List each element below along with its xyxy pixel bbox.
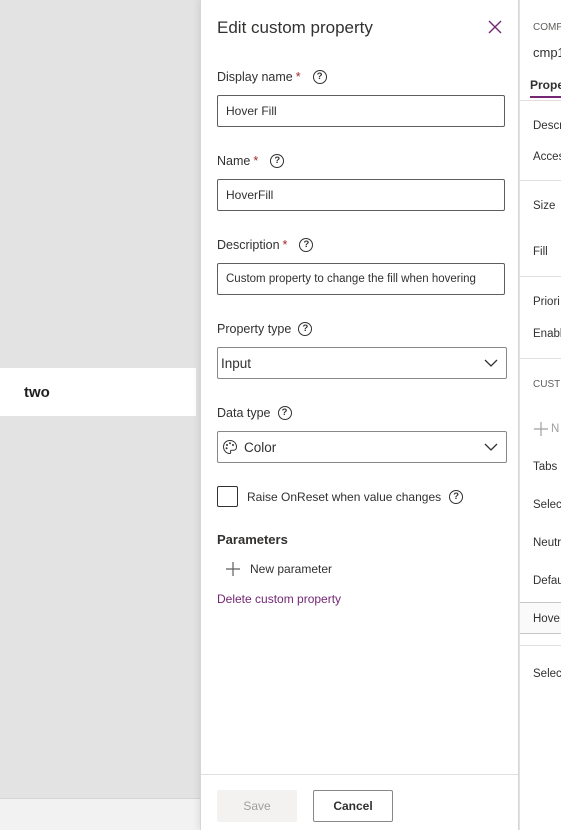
prop-neutral[interactable]: Neutr [533, 537, 561, 549]
panel-footer: Save Cancel [201, 774, 518, 830]
required-marker: * [253, 154, 259, 168]
properties-pane: COMP cmp1 Prope Descr Acces Size Fill Pr… [520, 0, 561, 830]
canvas-footer [0, 798, 200, 830]
canvas-item[interactable]: two [0, 368, 196, 416]
prop-description[interactable]: Descr [533, 120, 561, 132]
prop-selected-2[interactable]: Selec [533, 668, 561, 680]
description-label: Description * ? [217, 238, 314, 252]
data-type-label: Data type ? [217, 406, 292, 420]
prop-default[interactable]: Defau [533, 575, 561, 587]
help-icon[interactable]: ? [299, 238, 314, 252]
component-header: COMP [533, 22, 561, 33]
divider [520, 276, 561, 277]
raise-onreset-label: Raise OnReset when value changes [247, 489, 442, 504]
help-icon[interactable]: ? [270, 154, 285, 168]
delete-custom-property-link[interactable]: Delete custom property [217, 592, 341, 606]
canvas-item-label: two [24, 383, 50, 401]
name-label: Name * ? [217, 154, 285, 168]
new-parameter-label: New parameter [250, 562, 333, 576]
component-name: cmp1 [533, 45, 561, 60]
close-icon[interactable] [486, 18, 504, 36]
plus-icon [226, 562, 240, 576]
description-input[interactable]: Custom property to change the fill when … [217, 263, 505, 295]
divider [520, 100, 561, 101]
name-input[interactable]: HoverFill [217, 179, 505, 211]
property-type-value: Input [221, 355, 252, 371]
divider [520, 180, 561, 181]
edit-custom-property-panel: Edit custom property Display name * ? Ho… [200, 0, 519, 830]
prop-size[interactable]: Size [533, 200, 555, 212]
prop-priority[interactable]: Priori [533, 296, 560, 308]
required-marker: * [295, 70, 301, 84]
active-tab-indicator [530, 96, 561, 98]
help-icon[interactable]: ? [277, 406, 292, 420]
prop-fill[interactable]: Fill [533, 246, 548, 258]
help-icon[interactable]: ? [312, 70, 327, 84]
data-type-dropdown[interactable]: Color [217, 431, 507, 463]
help-icon[interactable]: ? [449, 489, 464, 504]
property-type-label: Property type ? [217, 322, 313, 336]
divider [520, 645, 561, 646]
prop-hover[interactable]: Hove [533, 613, 560, 625]
tab-properties[interactable]: Prope [530, 78, 561, 92]
prop-access[interactable]: Acces [533, 151, 561, 163]
parameters-heading: Parameters [217, 532, 288, 547]
cancel-button[interactable]: Cancel [313, 790, 393, 822]
raise-onreset-checkbox[interactable] [217, 486, 238, 507]
chevron-down-icon [484, 443, 498, 451]
required-marker: * [282, 238, 288, 252]
prop-enable[interactable]: Enabl [533, 328, 561, 340]
chevron-down-icon [484, 359, 498, 367]
plus-icon [534, 422, 548, 436]
prop-tabs[interactable]: Tabs [533, 461, 557, 473]
new-parameter-button[interactable]: New parameter [225, 561, 332, 577]
custom-properties-header: CUST [533, 379, 561, 390]
display-name-label: Display name * ? [217, 70, 327, 84]
app-canvas: two [0, 0, 200, 830]
panel-title: Edit custom property [217, 18, 373, 37]
divider [520, 358, 561, 359]
data-type-value: Color [244, 439, 277, 455]
new-custom-property-button[interactable]: N [533, 421, 559, 437]
raise-onreset-row: Raise OnReset when value changes ? [217, 486, 464, 507]
save-button[interactable]: Save [217, 790, 297, 822]
property-type-dropdown[interactable]: Input [217, 347, 507, 379]
prop-selected[interactable]: Selec [533, 499, 561, 511]
display-name-input[interactable]: Hover Fill [217, 95, 505, 127]
help-icon[interactable]: ? [298, 322, 313, 336]
palette-icon [222, 439, 238, 455]
